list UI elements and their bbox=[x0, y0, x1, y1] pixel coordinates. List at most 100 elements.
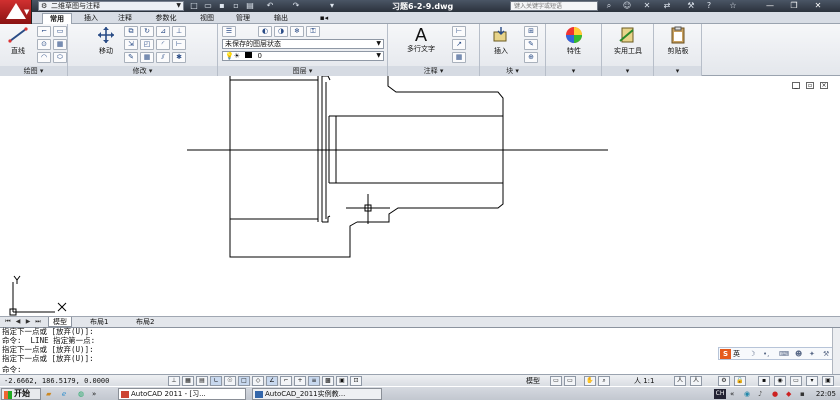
dyn-toggle[interactable]: + bbox=[294, 376, 306, 386]
leader-icon[interactable]: ↗ bbox=[452, 39, 466, 50]
qp-toggle[interactable]: ▣ bbox=[336, 376, 348, 386]
explode-icon[interactable]: ✱ bbox=[172, 52, 186, 63]
tab-layout1[interactable]: 布局1 bbox=[86, 317, 112, 327]
close-button[interactable]: ✕ bbox=[812, 1, 824, 11]
table-icon[interactable]: ▦ bbox=[452, 52, 466, 63]
tab-layout2[interactable]: 布局2 bbox=[132, 317, 158, 327]
tab-home[interactable]: 常用 bbox=[42, 13, 72, 24]
ie-icon[interactable]: ℯ bbox=[62, 389, 66, 399]
minimize-button[interactable]: — bbox=[764, 1, 776, 11]
pan-icon[interactable]: ✋ bbox=[584, 376, 596, 386]
save-icon[interactable]: ▪ bbox=[216, 1, 228, 11]
tab-model[interactable]: 模型 bbox=[48, 317, 72, 327]
infer-constraints-toggle[interactable]: ⊥ bbox=[168, 376, 180, 386]
star-icon[interactable]: ☆ bbox=[726, 0, 740, 12]
ortho-toggle[interactable]: ∟ bbox=[210, 376, 222, 386]
mtext-button[interactable]: A 多行文字 bbox=[394, 26, 448, 54]
drawing-canvas[interactable]: _ ▫ × bbox=[0, 76, 840, 316]
hatch-icon[interactable]: ▦ bbox=[53, 39, 67, 50]
exchange-icon[interactable]: ✕ bbox=[640, 0, 654, 12]
copy-icon[interactable]: ⧉ bbox=[124, 26, 138, 37]
grid-toggle[interactable]: ▤ bbox=[196, 376, 208, 386]
ducs-toggle[interactable]: ⌐ bbox=[280, 376, 292, 386]
antivirus-icon[interactable]: ◆ bbox=[786, 389, 791, 399]
tab-annotate[interactable]: 注释 bbox=[112, 13, 138, 24]
lineweight-toggle[interactable]: ≡ bbox=[308, 376, 320, 386]
attribute-icon[interactable]: ⊕ bbox=[524, 52, 538, 63]
panel-title-clipboard[interactable]: ▾ bbox=[654, 66, 701, 76]
new-file-icon[interactable]: □ bbox=[188, 1, 200, 11]
tray-expand-icon[interactable]: « bbox=[730, 389, 734, 399]
language-indicator[interactable]: CH bbox=[714, 389, 726, 399]
panel-title-annotation[interactable]: 注释 ▾ bbox=[388, 66, 479, 76]
scale-icon[interactable]: ◰ bbox=[140, 39, 154, 50]
quicklaunch-more-icon[interactable]: » bbox=[92, 389, 96, 399]
layer-isolate-icon[interactable]: ◑ bbox=[274, 26, 288, 37]
command-input[interactable]: 命令: bbox=[2, 366, 22, 374]
clean-screen-icon[interactable]: ▭ bbox=[790, 376, 802, 386]
tab-parametric[interactable]: 参数化 bbox=[146, 13, 186, 24]
tray-app-icon[interactable]: ● bbox=[772, 389, 778, 399]
panel-title-utilities[interactable]: ▾ bbox=[602, 66, 653, 76]
application-menu-button[interactable]: ▼ bbox=[0, 0, 32, 24]
polyline-icon[interactable]: ⌐ bbox=[37, 26, 51, 37]
auto-scale-icon[interactable]: 人 bbox=[690, 376, 702, 386]
extend-icon[interactable]: ⊢ bbox=[172, 39, 186, 50]
print-icon[interactable]: ▤ bbox=[244, 1, 256, 11]
utilities-button[interactable]: 实用工具 bbox=[604, 26, 652, 56]
saveas-icon[interactable]: ▫ bbox=[230, 1, 242, 11]
ime-language[interactable]: 英 bbox=[733, 349, 740, 359]
tab-view[interactable]: 视图 bbox=[194, 13, 220, 24]
redo-icon[interactable]: ↷ bbox=[290, 1, 302, 11]
snap-toggle[interactable]: ▦ bbox=[182, 376, 194, 386]
offset-icon[interactable]: ⫽ bbox=[156, 52, 170, 63]
qat-dropdown-icon[interactable]: ▾ bbox=[326, 1, 338, 11]
help-icon[interactable]: ? bbox=[702, 0, 716, 12]
folder-icon[interactable]: ▰ bbox=[46, 389, 51, 399]
restore-button[interactable]: ❐ bbox=[788, 1, 800, 11]
fillet-icon[interactable]: ◜ bbox=[156, 39, 170, 50]
fullscreen-icon[interactable]: ▣ bbox=[822, 376, 834, 386]
network-icon[interactable]: ◉ bbox=[744, 389, 750, 399]
sc-toggle[interactable]: ⊡ bbox=[350, 376, 362, 386]
first-tab-icon[interactable]: ⏮ bbox=[4, 318, 12, 326]
search-icon[interactable]: ⌕ bbox=[602, 0, 616, 12]
panel-title-draw[interactable]: 绘图 ▾ bbox=[0, 66, 67, 76]
quickview-drawings-icon[interactable]: ▭ bbox=[564, 376, 576, 386]
panel-title-modify[interactable]: 修改 ▾ bbox=[68, 66, 217, 76]
prev-tab-icon[interactable]: ◀ bbox=[14, 318, 22, 326]
command-window[interactable]: 指定下一点或 [放弃(U)]: 命令: LINE 指定第一点: 指定下一点或 [… bbox=[0, 327, 840, 375]
linear-dim-icon[interactable]: ⊢ bbox=[452, 26, 466, 37]
move-button[interactable]: 移动 bbox=[90, 26, 122, 56]
wrench-icon[interactable]: ⚒ bbox=[684, 0, 698, 12]
ribbon-toggle-icon[interactable]: ▪◂ bbox=[314, 13, 334, 24]
array-icon[interactable]: ▦ bbox=[140, 52, 154, 63]
model-space-button[interactable]: 模型 bbox=[526, 377, 540, 385]
layer-state-select[interactable]: 未保存的图层状态 ▼ bbox=[222, 39, 384, 49]
osnap-toggle[interactable]: □ bbox=[238, 376, 250, 386]
annotation-visibility-icon[interactable]: 人 bbox=[674, 376, 686, 386]
command-scrollbar[interactable] bbox=[832, 328, 840, 375]
mirror-icon[interactable]: ⊿ bbox=[156, 26, 170, 37]
line-button[interactable]: 直线 bbox=[2, 26, 34, 56]
last-tab-icon[interactable]: ⏭ bbox=[34, 318, 42, 326]
rotate-icon[interactable]: ↻ bbox=[140, 26, 154, 37]
create-block-icon[interactable]: ⊞ bbox=[524, 26, 538, 37]
transparency-toggle[interactable]: ▩ bbox=[322, 376, 334, 386]
workspace-select[interactable]: ⚙ 二维草图与注释 ▼ bbox=[38, 1, 184, 11]
hardware-accel-icon[interactable]: ▪ bbox=[758, 376, 770, 386]
taskbar-item-tutorial[interactable]: AutoCAD_2011实例教... bbox=[252, 388, 382, 400]
ime-toolbar[interactable]: S 英 ☽ •, ⌨ ☻ ✦ ⚒ bbox=[718, 347, 836, 360]
workspace-switch-icon[interactable]: ⚙ bbox=[718, 376, 730, 386]
otrack-toggle[interactable]: ∠ bbox=[266, 376, 278, 386]
arc-icon[interactable]: ◠ bbox=[37, 52, 51, 63]
keyboard-icon[interactable]: ⌨ bbox=[779, 349, 789, 359]
user-icon[interactable]: ☺ bbox=[620, 0, 634, 12]
layer-freeze-icon[interactable]: ❄ bbox=[290, 26, 304, 37]
open-file-icon[interactable]: ▭ bbox=[202, 1, 214, 11]
tab-manage[interactable]: 管理 bbox=[230, 13, 256, 24]
properties-button[interactable]: 特性 bbox=[550, 26, 598, 56]
start-button[interactable]: 开始 bbox=[1, 388, 41, 400]
isolate-objects-icon[interactable]: ◉ bbox=[774, 376, 786, 386]
layer-properties-icon[interactable]: ☰ bbox=[222, 26, 236, 37]
